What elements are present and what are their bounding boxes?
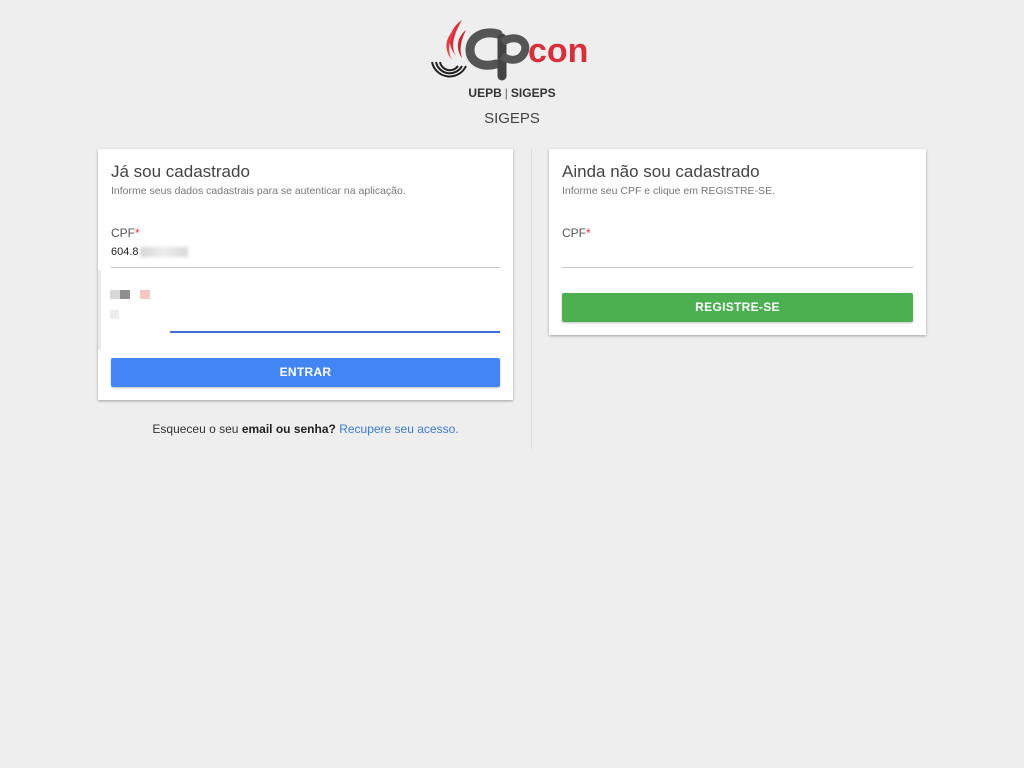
register-cpf-label-text: CPF — [562, 226, 586, 240]
org-name: UEPB — [468, 86, 502, 100]
register-card: Ainda não sou cadastrado Informe seu CPF… — [549, 149, 926, 335]
password-input[interactable] — [170, 331, 500, 333]
cpcon-logo: con — [426, 16, 600, 84]
redacted-cpf-digits — [139, 247, 188, 258]
recover-access-link[interactable]: Recupere seu acesso. — [339, 422, 458, 436]
system-name: SIGEPS — [510, 86, 556, 100]
login-cpf-input[interactable]: 604.8 — [111, 246, 188, 258]
pixel-block — [110, 310, 119, 319]
login-cpf-label-text: CPF — [111, 226, 135, 240]
forgot-access-line: Esqueceu o seu email ou senha? Recupere … — [98, 422, 513, 436]
required-mark: * — [135, 226, 140, 240]
pixel-block — [110, 290, 120, 299]
login-card-subtitle: Informe seus dados cadastrais para se au… — [111, 185, 406, 197]
login-cpf-value: 604.8 — [111, 246, 139, 258]
password-field-edge — [98, 270, 101, 350]
organization-line: UEPB | SIGEPS — [0, 86, 1024, 100]
svg-text:con: con — [528, 32, 588, 70]
password-field-obscured — [110, 290, 154, 326]
register-cpf-label: CPF* — [562, 226, 591, 240]
forgot-prefix: Esqueceu o seu — [152, 422, 242, 436]
login-cpf-label: CPF* — [111, 226, 140, 240]
register-cpf-input[interactable] — [562, 246, 913, 262]
cpcon-logo-icon: con — [431, 20, 588, 81]
login-cpf-underline — [111, 267, 500, 268]
enter-button[interactable]: ENTRAR — [111, 358, 500, 387]
register-cpf-underline — [562, 267, 913, 268]
pixel-block — [120, 290, 130, 299]
pixel-block — [140, 290, 150, 299]
org-separator: | — [504, 86, 508, 100]
required-mark: * — [586, 226, 591, 240]
column-divider — [531, 149, 532, 449]
login-card: Já sou cadastrado Informe seus dados cad… — [98, 149, 513, 400]
register-card-title: Ainda não sou cadastrado — [562, 162, 760, 181]
forgot-bold: email ou senha? — [241, 422, 336, 436]
page-title: SIGEPS — [484, 110, 540, 127]
register-button[interactable]: REGISTRE-SE — [562, 293, 913, 322]
login-card-title: Já sou cadastrado — [111, 162, 250, 181]
register-card-subtitle: Informe seu CPF e clique em REGISTRE-SE. — [562, 185, 775, 197]
